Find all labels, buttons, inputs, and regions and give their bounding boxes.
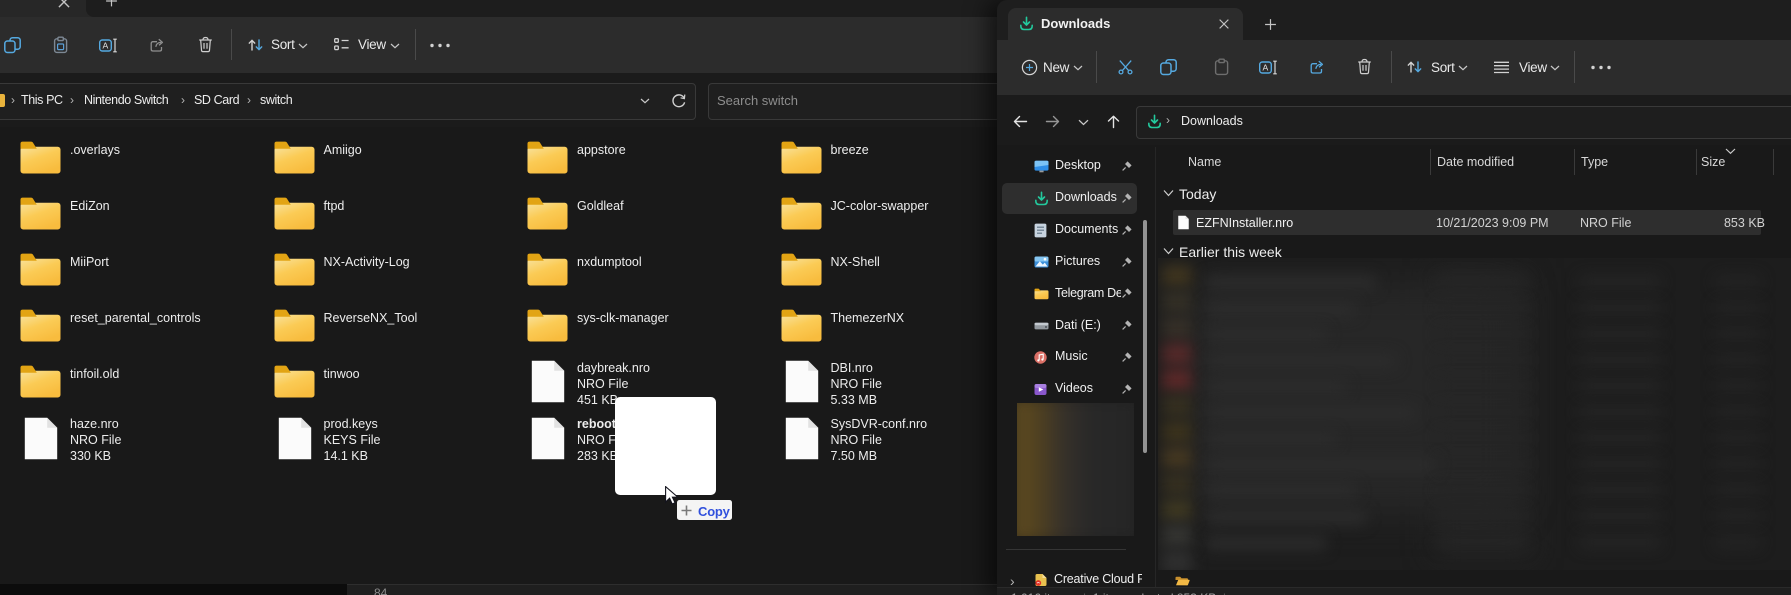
svg-text:A: A	[1263, 62, 1269, 72]
svg-text:A: A	[103, 40, 109, 50]
